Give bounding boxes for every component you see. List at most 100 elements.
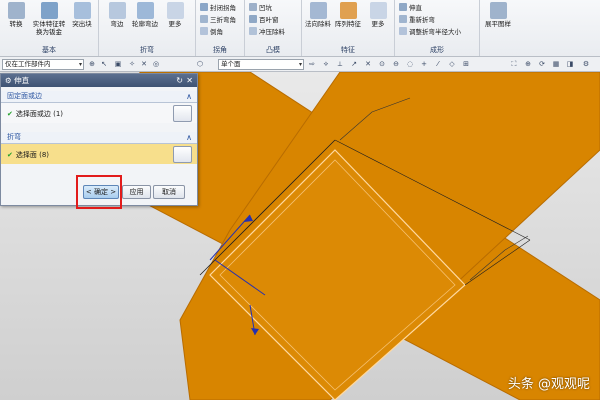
more-icon (369, 2, 387, 19)
group-label-punch: 凸模 (266, 46, 280, 54)
select-icon[interactable]: ↖ (100, 60, 108, 68)
view-icon[interactable]: ◎ (152, 60, 160, 68)
flange-icon (108, 2, 126, 19)
snap-point-icon[interactable]: ⇨ (308, 60, 316, 68)
check-icon: ✔ (7, 110, 13, 118)
select-face-icon[interactable] (173, 146, 192, 163)
endpoint-icon[interactable]: ⟡ (322, 60, 330, 68)
pattern-feature-button[interactable]: 阵列特征 (334, 2, 362, 28)
cancel-button[interactable]: 取消 (153, 185, 185, 199)
chevron-down-icon: ▾ (78, 61, 82, 68)
bounded-grid-icon[interactable]: ⊞ (462, 60, 470, 68)
flange-button[interactable]: 弯边 (103, 2, 131, 28)
control-point-icon[interactable]: ↗ (350, 60, 358, 68)
dimple-icon (249, 3, 257, 11)
solid-convert-icon (40, 2, 58, 19)
point-on-curve-icon[interactable]: ⁄ (434, 60, 442, 68)
chamfer-icon (200, 27, 208, 35)
solid-to-sheetmetal-button[interactable]: 实体特征转换为钣金 (32, 2, 66, 36)
intersection-icon[interactable]: ✕ (364, 60, 372, 68)
ribbon-group-basic: 转换 实体特征转换为钣金 突出块 基本 (0, 0, 99, 56)
rotate-icon[interactable]: ⟳ (538, 60, 546, 68)
normal-cutout-icon (309, 2, 327, 19)
snap-icon[interactable]: ✧ (128, 60, 136, 68)
selection-toolbar: 仅在工作部件内 ▾ ⊕ ↖ ▣ ✧ ✕ ◎ ⬡ 单个面 ▾ ⇨ ⟡ ⟂ ↗ ✕ ⊙ … (0, 57, 600, 72)
unbend-button[interactable]: 伸直 (399, 3, 422, 14)
select-face-edge-icon[interactable] (173, 105, 192, 122)
section-row-stationary[interactable]: ✔ 选择面或边 (1) (1, 103, 197, 123)
rebend-button[interactable]: 重新折弯 (399, 15, 435, 26)
reset-icon[interactable]: ↻ (176, 74, 183, 87)
ribbon-group-feature: 法向除料 阵列特征 更多 特征 (302, 0, 395, 56)
normal-cutout-button[interactable]: 法向除料 (304, 2, 332, 28)
ribbon-group-form: 伸直 重新折弯 调整折弯半径大小 成形 (395, 0, 480, 56)
group-label-corner: 拐角 (213, 46, 227, 54)
ok-button-highlight (76, 175, 122, 209)
gear-icon[interactable]: ⚙ (5, 76, 12, 85)
apply-button[interactable]: 应用 (122, 185, 151, 199)
contour-flange-button[interactable]: 轮廓弯边 (131, 2, 159, 28)
settings-icon[interactable]: ⚙ (582, 60, 590, 68)
group-label-basic: 基本 (42, 46, 56, 54)
feature-more-button[interactable]: 更多 (364, 2, 392, 28)
check-icon: ✔ (7, 151, 13, 159)
deselect-icon[interactable]: ✕ (140, 60, 148, 68)
flat-pattern-button[interactable]: 展平图样 (484, 2, 512, 28)
chevron-down-icon: ▾ (298, 61, 302, 68)
three-bend-corner-button[interactable]: 三折弯角 (200, 15, 236, 26)
watermark: 头条 @观观呢 (507, 377, 590, 392)
tangent-icon[interactable]: ⊖ (392, 60, 400, 68)
ribbon-group-punch: 凹坑 百叶窗 冲压除料 凸模 (245, 0, 302, 56)
resize-bend-radius-icon (399, 27, 407, 35)
bend-more-button[interactable]: 更多 (161, 2, 189, 28)
convert-button[interactable]: 转换 (2, 2, 30, 28)
ribbon-group-flat: 展平图样 (480, 0, 520, 56)
tab-icon (73, 2, 91, 19)
dimple-button[interactable]: 凹坑 (249, 3, 272, 14)
resize-bend-radius-button[interactable]: 调整折弯半径大小 (399, 27, 461, 38)
closed-corner-icon (200, 3, 208, 11)
close-icon[interactable]: ✕ (186, 74, 193, 87)
group-label-form: 成形 (430, 46, 444, 54)
dialog-title: 伸直 (14, 76, 30, 85)
section-header-stationary[interactable]: 固定面或边 ∧ (1, 91, 197, 103)
tab-button[interactable]: 突出块 (68, 2, 96, 28)
louver-button[interactable]: 百叶窗 (249, 15, 279, 26)
chevron-up-icon[interactable]: ∧ (186, 132, 192, 143)
louver-icon (249, 15, 257, 23)
three-bend-corner-icon (200, 15, 208, 23)
flat-pattern-icon (489, 2, 507, 19)
more-icon (166, 2, 184, 19)
convert-icon (7, 2, 25, 19)
ribbon-toolbar: 转换 实体特征转换为钣金 突出块 基本 弯边 轮廓弯边 更多 折弯 封闭拐角 三… (0, 0, 600, 57)
drawn-cutout-button[interactable]: 冲压除料 (249, 27, 285, 38)
render-style-icon[interactable]: ▦ (552, 60, 560, 68)
contour-flange-icon (136, 2, 154, 19)
pattern-feature-icon (339, 2, 357, 19)
group-label-feature: 特征 (341, 46, 355, 54)
orient-view-icon[interactable]: ◨ (566, 60, 574, 68)
ribbon-group-corner: 封闭拐角 三折弯角 倒角 拐角 (196, 0, 245, 56)
chevron-up-icon[interactable]: ∧ (186, 91, 192, 102)
rebend-icon (399, 15, 407, 23)
select-box-icon[interactable]: ▣ (114, 60, 122, 68)
dialog-title-bar[interactable]: ⚙ 伸直 ↻ ✕ (1, 74, 197, 87)
chamfer-button[interactable]: 倒角 (200, 27, 223, 38)
closed-corner-button[interactable]: 封闭拐角 (200, 3, 236, 14)
face-rule-icon[interactable]: ⬡ (196, 60, 204, 68)
section-row-bend[interactable]: ✔ 选择面 (8) (1, 144, 197, 164)
arc-center-icon[interactable]: ⊙ (378, 60, 386, 68)
zoom-icon[interactable]: ⊕ (524, 60, 532, 68)
face-rule-dropdown[interactable]: 单个面 ▾ (218, 59, 304, 70)
selection-scope-dropdown[interactable]: 仅在工作部件内 ▾ (2, 59, 84, 70)
existing-point-icon[interactable]: + (420, 60, 428, 68)
filter-icon[interactable]: ⊕ (88, 60, 96, 68)
fit-view-icon[interactable]: ⛶ (510, 60, 518, 68)
quadrant-icon[interactable]: ◌ (406, 60, 414, 68)
group-label-bend: 折弯 (140, 46, 154, 54)
point-on-face-icon[interactable]: ◇ (448, 60, 456, 68)
drawn-cutout-icon (249, 27, 257, 35)
unbend-icon (399, 3, 407, 11)
section-header-bend[interactable]: 折弯 ∧ (1, 132, 197, 144)
midpoint-icon[interactable]: ⟂ (336, 60, 344, 68)
